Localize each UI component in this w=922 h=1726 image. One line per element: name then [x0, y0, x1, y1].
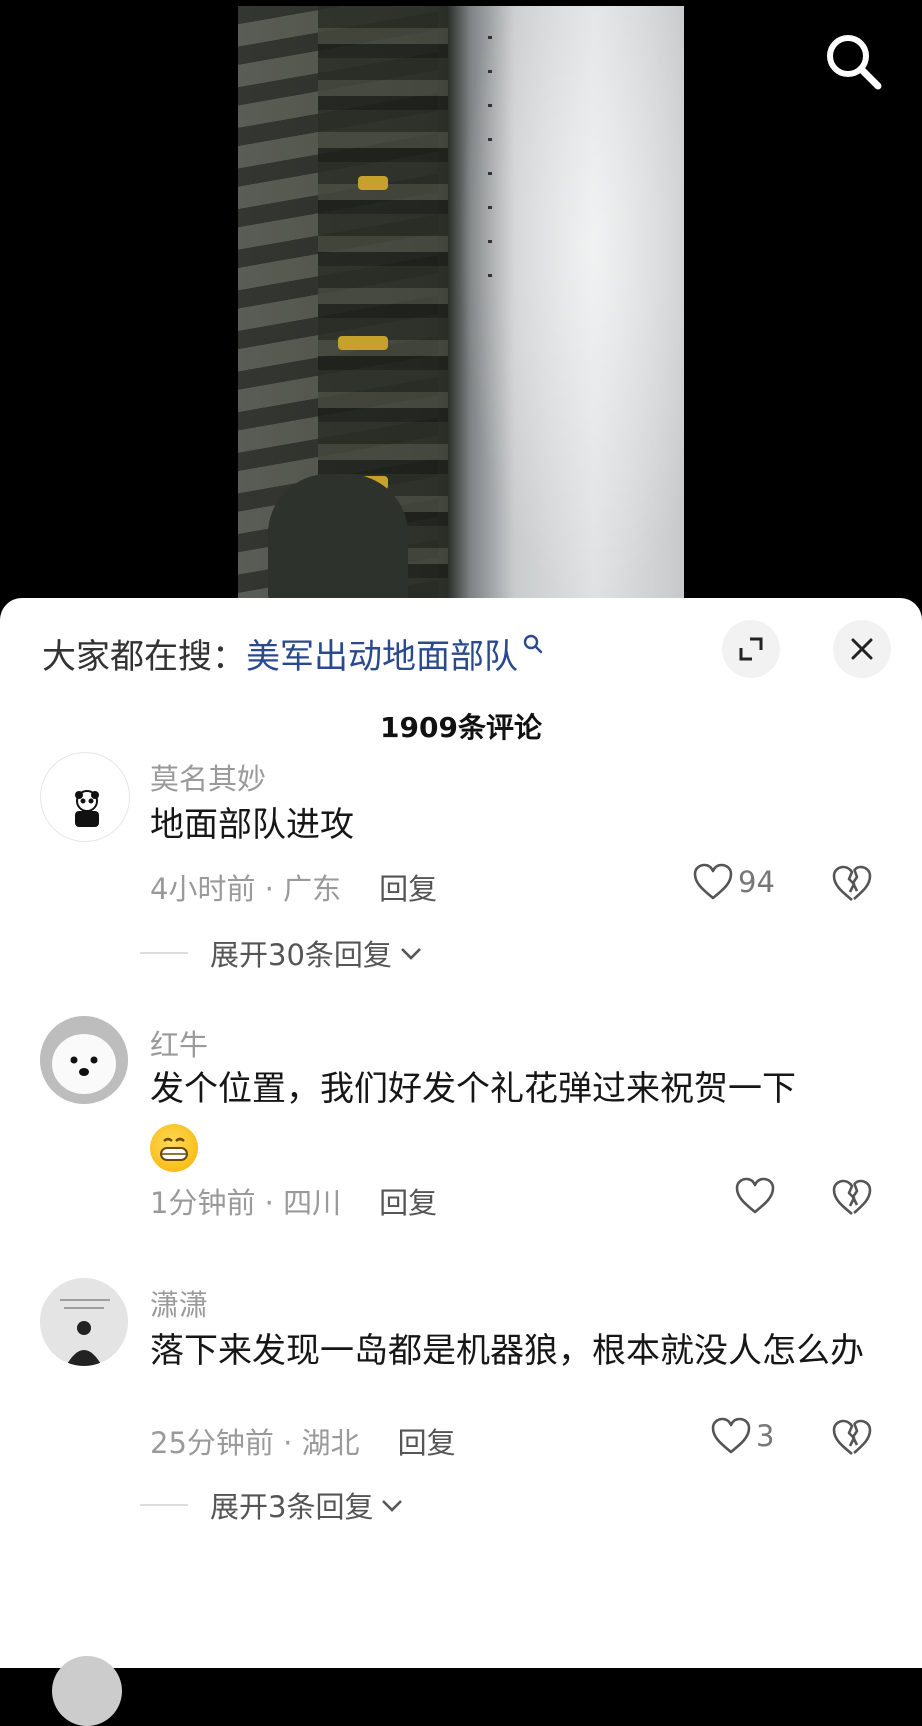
search-button[interactable] — [820, 28, 890, 98]
close-icon — [851, 638, 873, 660]
broken-heart-icon[interactable] — [830, 1418, 874, 1458]
comment-username[interactable]: 潇潇 — [150, 1282, 208, 1324]
video-strap — [358, 176, 388, 190]
expand-replies-label: 展开3条回复 — [210, 1490, 374, 1524]
comment-time-location: 1分钟前 · 四川 — [150, 1186, 342, 1220]
reply-button[interactable]: 回复 — [379, 866, 437, 908]
panda-avatar-icon — [75, 790, 99, 827]
comment-meta: 1分钟前 · 四川 回复 — [150, 1180, 437, 1222]
comment-username[interactable]: 红牛 — [150, 1022, 208, 1064]
expand-icon — [739, 637, 763, 661]
suggestion-prefix: 大家都在搜： — [42, 636, 246, 677]
like-button[interactable]: 94 — [692, 862, 775, 902]
broken-heart-icon[interactable] — [830, 1178, 874, 1218]
heart-icon — [735, 1177, 775, 1214]
video-player[interactable] — [0, 0, 922, 610]
divider — [140, 952, 188, 954]
comments-sheet: 大家都在搜： 美军出动地面部队 1909条评论 莫名其妙 地面部队进攻 4小时前… — [0, 598, 922, 1726]
comment-meta: 25分钟前 · 湖北 回复 — [150, 1420, 456, 1462]
comment-count: 1909条评论 — [380, 711, 542, 744]
avatar[interactable] — [40, 1016, 128, 1104]
suggestion-query-link[interactable]: 美军出动地面部队 — [246, 629, 518, 678]
search-icon — [827, 35, 882, 90]
expand-replies-label: 展开30条回复 — [210, 938, 392, 972]
like-count: 3 — [756, 1419, 775, 1453]
grin-emoji — [150, 1124, 198, 1172]
like-button[interactable] — [734, 1176, 780, 1216]
avatar[interactable] — [40, 1278, 128, 1366]
expand-replies-button[interactable]: 展开3条回复 — [140, 1484, 405, 1526]
comment-text: 地面部队进攻 — [150, 805, 354, 845]
video-aircraft-dots — [488, 36, 492, 286]
video-frame[interactable] — [238, 6, 684, 606]
avatar[interactable] — [52, 1656, 122, 1726]
comment-time-location: 4小时前 · 广东 — [150, 872, 342, 906]
dog-avatar-icon — [40, 1016, 128, 1104]
grin-emoji-icon — [160, 1137, 188, 1161]
heart-icon — [693, 863, 733, 900]
comment-time-location: 25分钟前 · 湖北 — [150, 1426, 360, 1460]
expand-replies-button[interactable]: 展开30条回复 — [140, 932, 424, 974]
video-parachute-bag — [268, 474, 408, 604]
comment-meta: 4小时前 · 广东 回复 — [150, 866, 437, 908]
heart-icon — [711, 1417, 751, 1454]
like-count: 94 — [738, 865, 775, 899]
close-sheet-button[interactable] — [833, 620, 891, 678]
person-avatar-icon — [40, 1278, 128, 1366]
avatar[interactable] — [40, 752, 130, 842]
reply-button[interactable]: 回复 — [379, 1180, 437, 1222]
comment-text: 落下来发现一岛都是机器狼，根本就没人怎么办 — [150, 1331, 864, 1371]
search-suggestion-bar: 大家都在搜： 美军出动地面部队 — [42, 628, 544, 678]
comment-username[interactable]: 莫名其妙 — [150, 756, 266, 798]
search-icon — [523, 634, 543, 654]
like-button[interactable]: 3 — [710, 1416, 774, 1456]
video-strap — [338, 336, 388, 350]
chevron-down-icon — [382, 1500, 403, 1512]
broken-heart-icon[interactable] — [830, 864, 874, 904]
reply-button[interactable]: 回复 — [398, 1420, 456, 1462]
chevron-down-icon — [400, 948, 421, 960]
comment-text: 发个位置，我们好发个礼花弹过来祝贺一下 — [150, 1069, 796, 1109]
expand-sheet-button[interactable] — [722, 620, 780, 678]
divider — [140, 1504, 188, 1506]
